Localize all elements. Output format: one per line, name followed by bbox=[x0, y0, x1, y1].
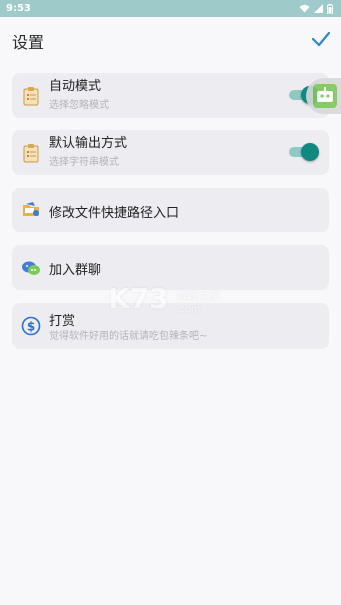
group-chat-icon bbox=[22, 261, 40, 275]
dollar-icon: $ bbox=[21, 316, 41, 336]
folder-shortcut-icon bbox=[23, 202, 39, 216]
watermark-brand: K73 bbox=[108, 282, 169, 315]
status-bar: 9:53 bbox=[0, 0, 341, 17]
watermark-tagline: 游戏之家 bbox=[176, 290, 220, 303]
setting-auto-mode[interactable]: 自动模式 选择忽略模式 bbox=[12, 73, 329, 118]
setting-subtitle: 觉得软件好用的话就请吃包辣条吧~ bbox=[49, 331, 208, 342]
watermark-logo: K73 游戏之家 .com bbox=[108, 282, 238, 322]
clipboard-icon bbox=[23, 144, 39, 163]
wifi-icon bbox=[299, 4, 310, 13]
status-time: 9:53 bbox=[6, 3, 31, 14]
status-icons bbox=[299, 3, 333, 14]
signal-icon bbox=[314, 4, 323, 13]
setting-label: 自动模式 bbox=[49, 79, 102, 94]
clipboard-icon bbox=[23, 87, 39, 106]
setting-label: 默认输出方式 bbox=[49, 136, 128, 151]
setting-file-shortcut[interactable]: 修改文件快捷路径入口 bbox=[12, 188, 329, 232]
floating-assistant-button[interactable] bbox=[306, 78, 341, 114]
robot-icon bbox=[313, 84, 337, 108]
setting-subtitle: 选择字符串模式 bbox=[49, 157, 119, 168]
watermark-domain: .com bbox=[176, 304, 201, 315]
svg-text:$: $ bbox=[27, 320, 35, 334]
setting-label: 修改文件快捷路径入口 bbox=[49, 206, 180, 221]
toggle-thumb bbox=[301, 143, 319, 161]
default-output-toggle[interactable] bbox=[289, 143, 319, 161]
page-title: 设置 bbox=[12, 33, 45, 52]
check-icon[interactable] bbox=[311, 29, 331, 49]
setting-subtitle: 选择忽略模式 bbox=[49, 100, 109, 111]
setting-default-output[interactable]: 默认输出方式 选择字符串模式 bbox=[12, 130, 329, 175]
battery-icon bbox=[327, 3, 333, 14]
app-bar: 设置 bbox=[0, 17, 341, 63]
setting-label: 加入群聊 bbox=[49, 263, 102, 278]
